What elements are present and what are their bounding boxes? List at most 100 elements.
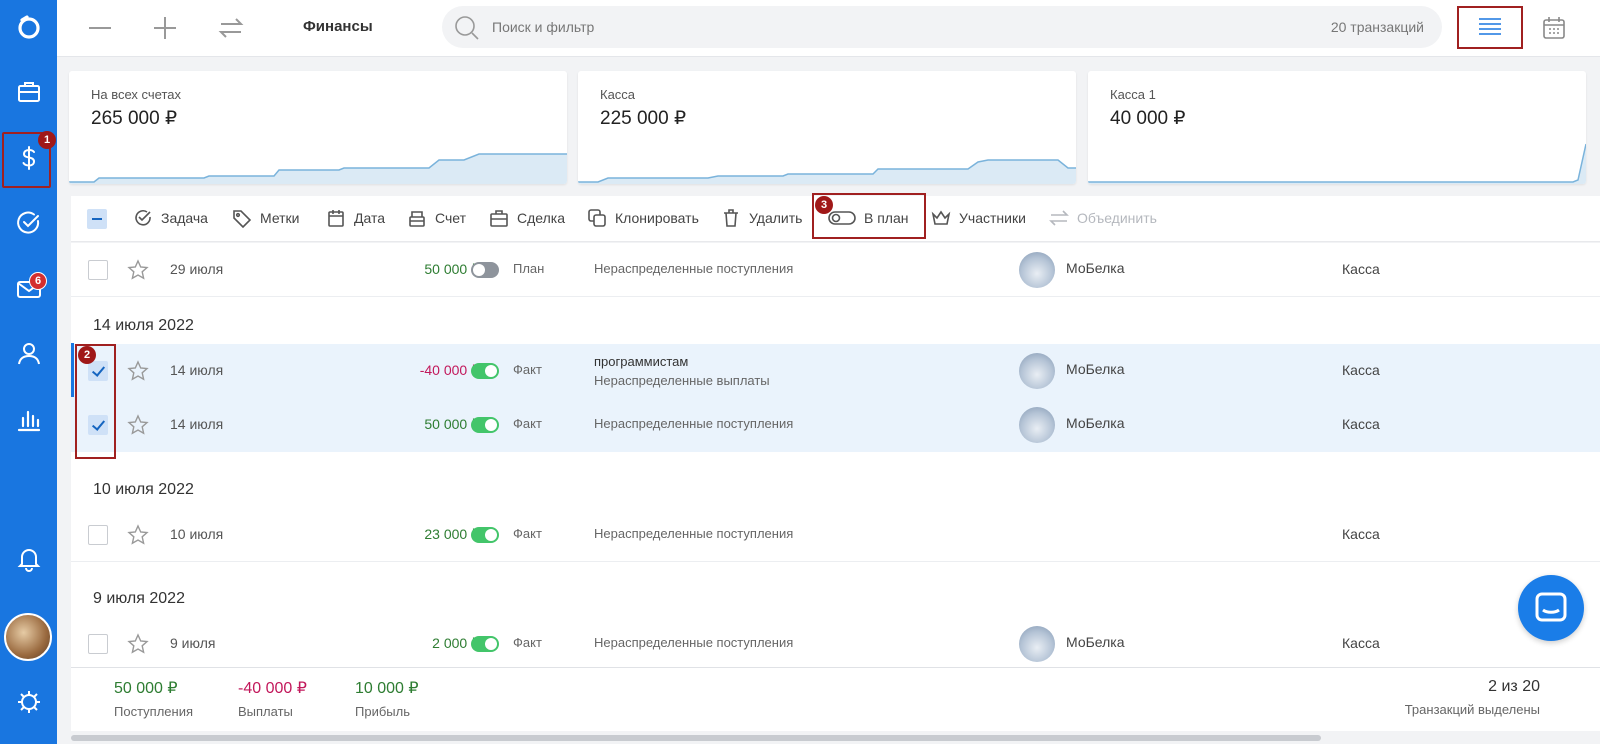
date-label: Дата — [354, 210, 386, 226]
search-input[interactable]: Поиск и фильтр 20 транзакций — [442, 6, 1442, 48]
balance-card-kassa-1[interactable]: Касса 1 40 000 ₽ — [1088, 71, 1586, 184]
merge-button[interactable]: Объединить — [1049, 208, 1157, 228]
task-button[interactable]: Задача — [133, 208, 208, 228]
person-avatar — [1019, 353, 1055, 389]
mail-count-badge: 6 — [29, 272, 47, 290]
chat-support-button[interactable] — [1518, 575, 1584, 641]
annotation-badge-3: 3 — [815, 196, 833, 214]
tags-label: Метки — [260, 210, 300, 226]
table-row[interactable]: 9 июля 2 000 ₽ Факт Нераспределенные пос… — [71, 617, 1600, 667]
horizontal-scrollbar[interactable] — [71, 735, 1321, 741]
transfer-icon[interactable] — [213, 10, 249, 46]
table-row[interactable]: 14 июля 50 000 ₽ Факт Нераспределенные п… — [71, 398, 1600, 452]
star-icon[interactable] — [127, 259, 149, 281]
row-checkbox[interactable] — [88, 260, 108, 280]
sidebar-deals-icon[interactable] — [0, 67, 57, 117]
group-header: 10 июля 2022 — [93, 481, 194, 498]
sidebar-tasks-icon[interactable] — [0, 198, 57, 248]
row-status: Факт — [513, 362, 542, 377]
deal-button[interactable]: Сделка — [489, 208, 565, 228]
participants-label: Участники — [959, 210, 1026, 226]
tags-button[interactable]: Метки — [232, 208, 300, 228]
income-summary: 50 000 ₽ Поступления — [114, 678, 193, 719]
row-person: МоБелка — [1066, 361, 1125, 377]
account-label: Счет — [435, 210, 466, 226]
merge-icon — [1049, 210, 1069, 226]
row-description: Нераспределенные поступления — [594, 526, 794, 541]
star-icon[interactable] — [127, 360, 149, 382]
deal-label: Сделка — [517, 210, 565, 226]
transactions-list: 29 июля 50 000 ₽ План Нераспределенные п… — [71, 243, 1600, 667]
star-icon[interactable] — [127, 414, 149, 436]
account-button[interactable]: Счет — [407, 208, 466, 228]
crown-icon — [931, 210, 951, 225]
sidebar-mail-icon[interactable] — [0, 264, 57, 314]
delete-label: Удалить — [749, 210, 803, 226]
expense-value: -40 000 ₽ — [238, 680, 307, 697]
merge-label: Объединить — [1077, 210, 1157, 226]
settings-gear-icon[interactable] — [0, 677, 57, 727]
sidebar-contacts-icon[interactable] — [0, 328, 57, 378]
row-description: Нераспределенные поступления — [594, 261, 794, 276]
trash-icon — [724, 209, 738, 227]
cash-register-icon — [409, 211, 425, 227]
table-row[interactable]: 29 июля 50 000 ₽ План Нераспределенные п… — [71, 243, 1600, 297]
user-avatar[interactable] — [4, 613, 52, 661]
card-label: На всех счетах — [91, 87, 182, 102]
delete-button[interactable]: Удалить — [721, 208, 802, 228]
select-all-checkbox[interactable] — [87, 209, 107, 229]
table-row[interactable]: 10 июля 23 000 ₽ Факт Нераспределенные п… — [71, 508, 1600, 562]
selection-summary-bar: 50 000 ₽ Поступления -40 000 ₽ Выплаты 1… — [71, 667, 1600, 731]
expense-summary: -40 000 ₽ Выплаты — [238, 678, 307, 719]
plan-fact-toggle[interactable] — [471, 417, 499, 433]
person-avatar — [1019, 252, 1055, 288]
row-account: Касса — [1342, 526, 1380, 542]
card-label: Касса 1 — [1110, 87, 1156, 102]
row-date: 9 июля — [170, 635, 216, 651]
participants-button[interactable]: Участники — [931, 208, 1026, 228]
row-account: Касса — [1342, 635, 1380, 651]
date-button[interactable]: Дата — [326, 208, 385, 228]
task-icon — [135, 209, 151, 226]
selected-count-summary: 2 из 20 Транзакций выделены — [1405, 678, 1540, 717]
calendar-view-icon[interactable] — [1536, 10, 1572, 46]
copy-icon — [588, 209, 606, 227]
chat-icon — [1535, 592, 1567, 622]
person-avatar — [1019, 407, 1055, 443]
card-label: Касса — [600, 87, 636, 102]
balance-sparkline — [1088, 143, 1586, 184]
plan-fact-toggle[interactable] — [471, 636, 499, 652]
row-checkbox[interactable] — [88, 634, 108, 654]
task-label: Задача — [161, 210, 208, 226]
income-label: Поступления — [114, 704, 194, 719]
selected-count-value: 2 из 20 — [1488, 678, 1540, 695]
app-logo-icon[interactable] — [0, 2, 57, 52]
star-icon[interactable] — [127, 524, 149, 546]
clone-button[interactable]: Клонировать — [587, 208, 699, 228]
person-avatar — [1019, 626, 1055, 662]
row-status: Факт — [513, 416, 542, 431]
list-view-highlight — [1457, 6, 1523, 49]
table-row[interactable]: 14 июля -40 000 ₽ Факт программистам Нер… — [71, 344, 1600, 398]
calendar-icon — [328, 210, 344, 227]
plan-fact-toggle[interactable] — [471, 262, 499, 278]
row-checkbox[interactable] — [88, 525, 108, 545]
balance-card-all[interactable]: На всех счетах 265 000 ₽ — [69, 71, 567, 184]
row-description: Нераспределенные поступления — [594, 416, 794, 431]
search-placeholder: Поиск и фильтр — [492, 19, 595, 35]
notifications-bell-icon[interactable] — [0, 533, 57, 583]
plus-icon[interactable] — [147, 10, 183, 46]
annotation-badge-2: 2 — [78, 346, 96, 364]
star-icon[interactable] — [127, 633, 149, 655]
row-person: МоБелка — [1066, 260, 1125, 276]
sidebar-reports-icon[interactable] — [0, 395, 57, 445]
minus-icon[interactable] — [82, 10, 118, 46]
row-date: 29 июля — [170, 261, 224, 277]
row-account: Касса — [1342, 362, 1380, 378]
plan-fact-toggle[interactable] — [471, 363, 499, 379]
clone-label: Клонировать — [615, 210, 699, 226]
balance-card-kassa[interactable]: Касса 225 000 ₽ — [578, 71, 1076, 184]
plan-fact-toggle[interactable] — [471, 527, 499, 543]
row-description: Нераспределенные поступления — [594, 635, 794, 650]
income-value: 50 000 ₽ — [114, 680, 178, 697]
